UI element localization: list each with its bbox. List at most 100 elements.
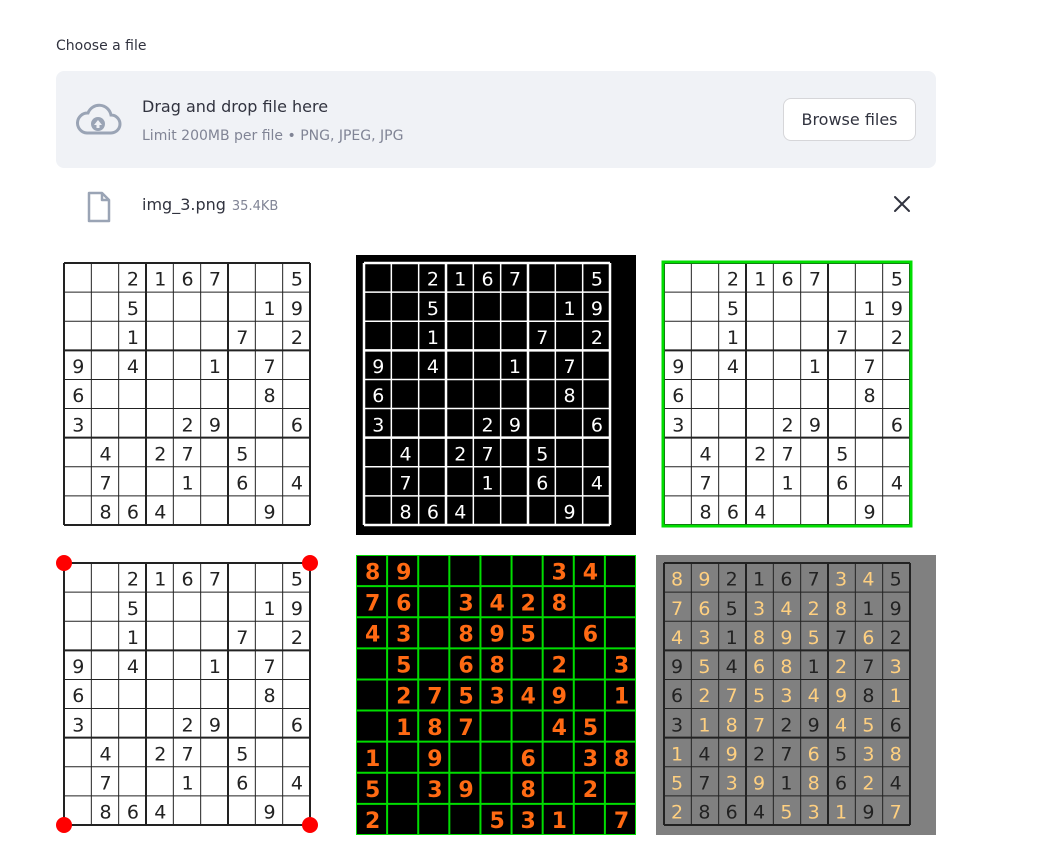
overlay-digit: 1 — [753, 569, 765, 591]
sudoku-digit: 6 — [836, 472, 848, 494]
solution-digit: 5 — [458, 685, 473, 710]
sudoku-digit: 2 — [482, 414, 494, 436]
solution-digit: 4 — [583, 560, 598, 585]
sudoku-digit: 1 — [154, 569, 166, 591]
solution-digit: 1 — [552, 809, 567, 834]
overlay-digit: 5 — [698, 656, 710, 678]
solution-digit: 5 — [489, 809, 504, 834]
image-corners-sudoku: 216755191729417683296427571648649 — [56, 555, 318, 835]
solution-digit: 6 — [458, 654, 473, 679]
overlay-digit: 4 — [780, 598, 792, 620]
sudoku-digit: 4 — [591, 472, 603, 494]
overlay-digit: 5 — [890, 569, 902, 591]
sudoku-digit: 2 — [591, 327, 603, 349]
sudoku-digit: 9 — [809, 414, 821, 436]
solution-digit: 7 — [427, 685, 442, 710]
solution-digit: 3 — [552, 560, 567, 585]
sudoku-digit: 7 — [400, 472, 412, 494]
sudoku-digit: 5 — [236, 443, 248, 465]
overlay-digit: 6 — [808, 743, 820, 765]
sudoku-digit: 8 — [700, 502, 712, 524]
overlay-digit: 3 — [890, 656, 902, 678]
sudoku-digit: 2 — [727, 269, 739, 291]
file-name: img_3.png 35.4KB — [142, 195, 278, 214]
overlay-digit: 5 — [671, 772, 683, 794]
sudoku-digit: 2 — [782, 414, 794, 436]
solution-digit: 4 — [552, 716, 567, 741]
overlay-digit: 6 — [753, 656, 765, 678]
overlay-digit: 5 — [808, 627, 820, 649]
overlay-digit: 8 — [671, 569, 683, 591]
sudoku-digit: 7 — [182, 743, 194, 765]
sudoku-digit: 6 — [727, 502, 739, 524]
corner-point — [56, 817, 72, 833]
overlay-digit: 9 — [835, 685, 847, 707]
sudoku-digit: 7 — [209, 269, 221, 291]
sudoku-digit: 1 — [127, 327, 139, 349]
sudoku-digit: 1 — [782, 472, 794, 494]
solution-digit: 8 — [552, 591, 567, 616]
dropzone-title: Drag and drop file here — [142, 97, 329, 116]
overlay-digit: 8 — [835, 598, 847, 620]
sudoku-digit: 1 — [154, 269, 166, 291]
file-dropzone[interactable]: Drag and drop file here Limit 200MB per … — [56, 71, 936, 168]
sudoku-digit: 4 — [291, 472, 303, 494]
sudoku-digit: 6 — [591, 414, 603, 436]
overlay-digit: 9 — [780, 627, 792, 649]
overlay-digit: 1 — [835, 802, 847, 824]
sudoku-digit: 4 — [127, 656, 139, 678]
sudoku-digit: 5 — [236, 743, 248, 765]
overlay-digit: 2 — [862, 772, 874, 794]
overlay-digit: 2 — [808, 598, 820, 620]
solution-digit: 6 — [583, 622, 598, 647]
sudoku-digit: 2 — [182, 714, 194, 736]
solution-digit: 3 — [427, 778, 442, 803]
file-name-text: img_3.png — [142, 195, 226, 214]
solution-digit: 6 — [396, 591, 411, 616]
sudoku-digit: 1 — [427, 327, 439, 349]
overlay-digit: 9 — [862, 802, 874, 824]
browse-files-button[interactable]: Browse files — [783, 98, 916, 141]
sudoku-digit: 1 — [864, 298, 876, 320]
sudoku-digit: 8 — [400, 502, 412, 524]
close-icon[interactable] — [888, 190, 916, 218]
sudoku-digit: 1 — [209, 656, 221, 678]
sudoku-digit: 8 — [564, 385, 576, 407]
sudoku-digit: 8 — [264, 385, 276, 407]
overlay-digit: 2 — [753, 743, 765, 765]
overlay-digit: 8 — [753, 627, 765, 649]
sudoku-digit: 1 — [564, 298, 576, 320]
sudoku-digit: 8 — [100, 502, 112, 524]
overlay-digit: 3 — [808, 802, 820, 824]
overlay-digit: 9 — [671, 656, 683, 678]
overlay-digit: 9 — [698, 569, 710, 591]
sudoku-digit: 4 — [100, 743, 112, 765]
overlay-digit: 6 — [890, 714, 902, 736]
overlay-digit: 4 — [698, 743, 710, 765]
sudoku-digit: 2 — [891, 327, 903, 349]
solution-digit: 9 — [396, 560, 411, 585]
corner-point — [302, 555, 318, 571]
overlay-digit: 8 — [808, 772, 820, 794]
solution-digit: 1 — [365, 747, 380, 772]
overlay-digit: 3 — [835, 569, 847, 591]
sudoku-digit: 1 — [509, 356, 521, 378]
overlay-digit: 6 — [862, 627, 874, 649]
solution-digit: 5 — [521, 622, 536, 647]
overlay-digit: 5 — [780, 802, 792, 824]
sudoku-digit: 9 — [291, 298, 303, 320]
sudoku-digit: 6 — [536, 472, 548, 494]
sudoku-digit: 4 — [154, 502, 166, 524]
sudoku-digit: 2 — [427, 269, 439, 291]
sudoku-digit: 3 — [72, 414, 84, 436]
overlay-digit: 8 — [890, 743, 902, 765]
cloud-upload-icon — [74, 97, 124, 141]
sudoku-digit: 7 — [536, 327, 548, 349]
overlay-digit: 7 — [698, 772, 710, 794]
solution-digit: 8 — [427, 716, 442, 741]
image-solution-digits: 8934763428438956568232753491187451963853… — [356, 555, 636, 835]
file-size: 35.4KB — [231, 199, 279, 214]
sudoku-digit: 6 — [182, 269, 194, 291]
sudoku-digit: 9 — [264, 802, 276, 824]
sudoku-digit: 6 — [236, 472, 248, 494]
